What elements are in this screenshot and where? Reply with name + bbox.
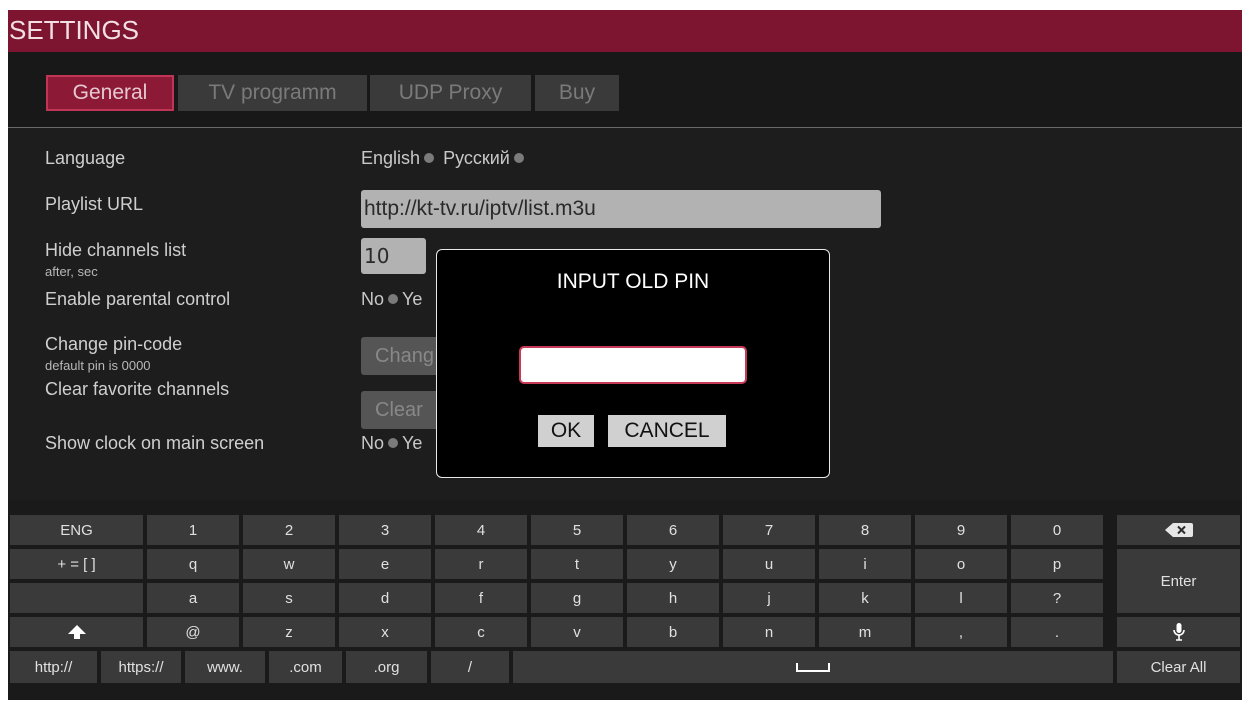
key-f[interactable]: f xyxy=(435,583,527,613)
space-bar-icon xyxy=(796,663,830,672)
language-option-english[interactable]: English xyxy=(361,148,420,168)
pin-dialog: INPUT OLD PIN OK CANCEL xyxy=(436,249,830,478)
key-space[interactable] xyxy=(513,651,1113,683)
key-p[interactable]: p xyxy=(1011,549,1103,579)
clear-favorites-label: Clear favorite channels xyxy=(45,379,230,399)
key-shift[interactable] xyxy=(10,617,143,647)
show-clock-options: No Ye xyxy=(361,433,422,454)
key-j[interactable]: j xyxy=(723,583,815,613)
key-n[interactable]: n xyxy=(723,617,815,647)
parental-no-radio[interactable] xyxy=(388,294,399,305)
key-clear-all[interactable]: Clear All xyxy=(1117,651,1240,683)
key-w[interactable]: w xyxy=(243,549,335,579)
key-r[interactable]: r xyxy=(435,549,527,579)
key-4[interactable]: 4 xyxy=(435,515,527,545)
key-https[interactable]: https:// xyxy=(101,651,181,683)
key-z[interactable]: z xyxy=(243,617,335,647)
parental-option-yes[interactable]: Ye xyxy=(402,289,422,309)
key-http[interactable]: http:// xyxy=(10,651,97,683)
key-o[interactable]: o xyxy=(915,549,1007,579)
key-l[interactable]: l xyxy=(915,583,1007,613)
parental-option-no[interactable]: No xyxy=(361,289,384,309)
language-label: Language xyxy=(45,148,126,168)
show-clock-label: Show clock on main screen xyxy=(45,433,265,453)
key-i[interactable]: i xyxy=(819,549,911,579)
key-period[interactable]: . xyxy=(1011,617,1103,647)
hide-channels-label: Hide channels list xyxy=(45,240,187,260)
key-0[interactable]: 0 xyxy=(1011,515,1103,545)
ok-button[interactable]: OK xyxy=(538,415,594,447)
key-x[interactable]: x xyxy=(339,617,431,647)
settings-screen: SETTINGS General TV programm UDP Proxy B… xyxy=(8,10,1242,700)
key-2[interactable]: 2 xyxy=(243,515,335,545)
shift-arrow-icon xyxy=(67,625,86,639)
key-5[interactable]: 5 xyxy=(531,515,623,545)
key-3[interactable]: 3 xyxy=(339,515,431,545)
page-title: SETTINGS xyxy=(9,15,140,45)
key-language[interactable]: ENG xyxy=(10,515,143,545)
key-u[interactable]: u xyxy=(723,549,815,579)
key-slash[interactable]: / xyxy=(431,651,509,683)
key-at[interactable]: @ xyxy=(147,617,239,647)
backspace-icon xyxy=(1164,523,1193,537)
key-question[interactable]: ? xyxy=(1011,583,1103,613)
key-enter[interactable]: Enter xyxy=(1117,549,1240,613)
cancel-button[interactable]: CANCEL xyxy=(608,415,726,447)
on-screen-keyboard: ENG 1 2 3 4 5 6 7 8 9 0 + = [ ] q w e r … xyxy=(8,500,1242,700)
key-microphone[interactable] xyxy=(1117,617,1240,647)
key-www[interactable]: www. xyxy=(185,651,265,683)
change-pin-label: Change pin-code xyxy=(45,334,183,354)
key-h[interactable]: h xyxy=(627,583,719,613)
language-options: English Русский xyxy=(361,148,528,169)
key-v[interactable]: v xyxy=(531,617,623,647)
key-s[interactable]: s xyxy=(243,583,335,613)
key-comma[interactable]: , xyxy=(915,617,1007,647)
tab-general[interactable]: General xyxy=(46,75,174,111)
pin-input[interactable] xyxy=(519,346,747,384)
key-9[interactable]: 9 xyxy=(915,515,1007,545)
tab-udp-proxy[interactable]: UDP Proxy xyxy=(370,75,531,111)
key-blank xyxy=(10,583,143,613)
russian-radio[interactable] xyxy=(513,153,524,164)
hide-channels-input[interactable]: 10 xyxy=(361,238,426,274)
key-6[interactable]: 6 xyxy=(627,515,719,545)
playlist-url-label: Playlist URL xyxy=(45,194,144,214)
key-k[interactable]: k xyxy=(819,583,911,613)
parental-control-options: No Ye xyxy=(361,289,422,310)
tab-buy[interactable]: Buy xyxy=(535,75,619,111)
key-t[interactable]: t xyxy=(531,549,623,579)
key-m[interactable]: m xyxy=(819,617,911,647)
tab-bar: General TV programm UDP Proxy Buy xyxy=(8,52,1242,128)
key-7[interactable]: 7 xyxy=(723,515,815,545)
dialog-title: INPUT OLD PIN xyxy=(556,270,710,293)
key-q[interactable]: q xyxy=(147,549,239,579)
microphone-icon xyxy=(1172,623,1185,641)
key-8[interactable]: 8 xyxy=(819,515,911,545)
tab-tv-programm[interactable]: TV programm xyxy=(178,75,367,111)
key-d[interactable]: d xyxy=(339,583,431,613)
key-a[interactable]: a xyxy=(147,583,239,613)
key-b[interactable]: b xyxy=(627,617,719,647)
playlist-url-input[interactable]: http://kt-tv.ru/iptv/list.m3u xyxy=(361,190,881,228)
key-backspace[interactable] xyxy=(1117,515,1240,545)
parental-control-label: Enable parental control xyxy=(45,289,231,309)
english-radio[interactable] xyxy=(424,153,435,164)
key-e[interactable]: e xyxy=(339,549,431,579)
change-pin-sublabel: default pin is 0000 xyxy=(45,358,151,373)
title-bar: SETTINGS xyxy=(8,10,1242,52)
clock-option-yes[interactable]: Ye xyxy=(402,433,422,453)
key-symbols[interactable]: + = [ ] xyxy=(10,549,143,579)
clock-option-no[interactable]: No xyxy=(361,433,384,453)
key-com[interactable]: .com xyxy=(269,651,342,683)
key-c[interactable]: c xyxy=(435,617,527,647)
key-org[interactable]: .org xyxy=(346,651,427,683)
clock-no-radio[interactable] xyxy=(388,438,399,449)
language-option-russian[interactable]: Русский xyxy=(443,148,510,168)
hide-channels-sublabel: after, sec xyxy=(45,264,98,279)
key-g[interactable]: g xyxy=(531,583,623,613)
key-1[interactable]: 1 xyxy=(147,515,239,545)
key-y[interactable]: y xyxy=(627,549,719,579)
